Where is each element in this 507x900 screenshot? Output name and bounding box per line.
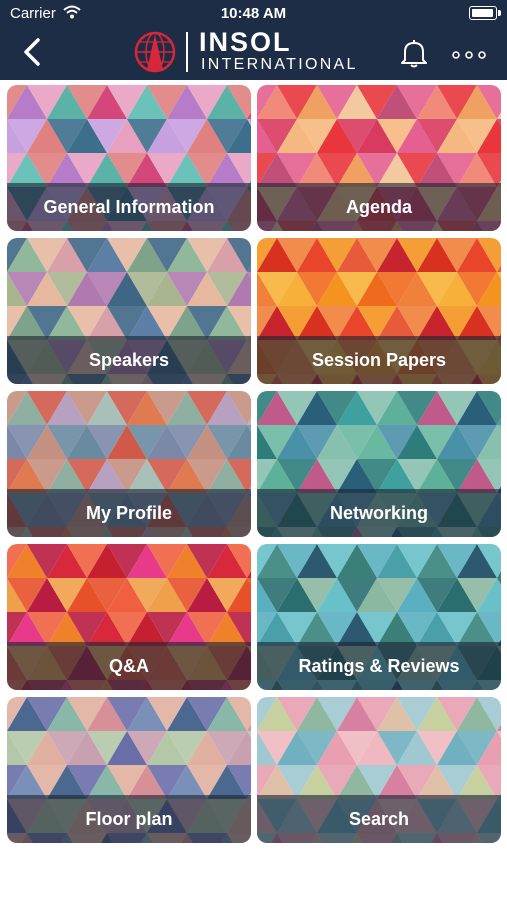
status-bar: Carrier 10:48 AM xyxy=(0,0,507,28)
clock-time: 10:48 AM xyxy=(220,5,287,22)
tile-label: My Profile xyxy=(85,503,173,523)
tile-label: Networking xyxy=(329,503,428,523)
menu-tile-q-a[interactable]: Q&A xyxy=(7,544,251,690)
menu-tile-agenda[interactable]: Agenda xyxy=(257,85,501,231)
menu-tile-networking[interactable]: Networking xyxy=(257,391,501,537)
back-chevron-icon[interactable] xyxy=(20,37,46,67)
logo-insol-text: INSOL xyxy=(199,27,292,57)
tile-label: Floor plan xyxy=(85,809,173,829)
menu-tile-ratings-reviews[interactable]: Ratings & Reviews xyxy=(257,544,501,690)
tile-label: Agenda xyxy=(345,197,412,217)
bell-icon[interactable] xyxy=(400,38,428,68)
globe-logo-icon xyxy=(133,30,177,74)
more-dots-icon[interactable] xyxy=(452,47,486,59)
logo-separator xyxy=(186,32,188,72)
menu-tile-search[interactable]: Search xyxy=(257,697,501,843)
logo-international-text: INTERNATIONAL xyxy=(201,56,358,73)
menu-tile-floor-plan[interactable]: Floor plan xyxy=(7,697,251,843)
top-bar: Carrier 10:48 AM INSOL INTERNATIONAL xyxy=(0,0,507,80)
tile-label: Q&A xyxy=(109,656,149,676)
battery-icon xyxy=(469,6,501,20)
tile-label: General Information xyxy=(43,197,215,217)
menu-tile-my-profile[interactable]: My Profile xyxy=(7,391,251,537)
tile-label: Speakers xyxy=(88,350,170,370)
menu-tile-session-papers[interactable]: Session Papers xyxy=(257,238,501,384)
tile-label: Search xyxy=(348,809,410,829)
menu-tile-general-information[interactable]: General Information xyxy=(7,85,251,231)
menu-tile-speakers[interactable]: Speakers xyxy=(7,238,251,384)
tile-label: Session Papers xyxy=(311,350,447,370)
tile-label: Ratings & Reviews xyxy=(298,656,460,676)
insol-logo: INSOL INTERNATIONAL xyxy=(133,27,378,78)
